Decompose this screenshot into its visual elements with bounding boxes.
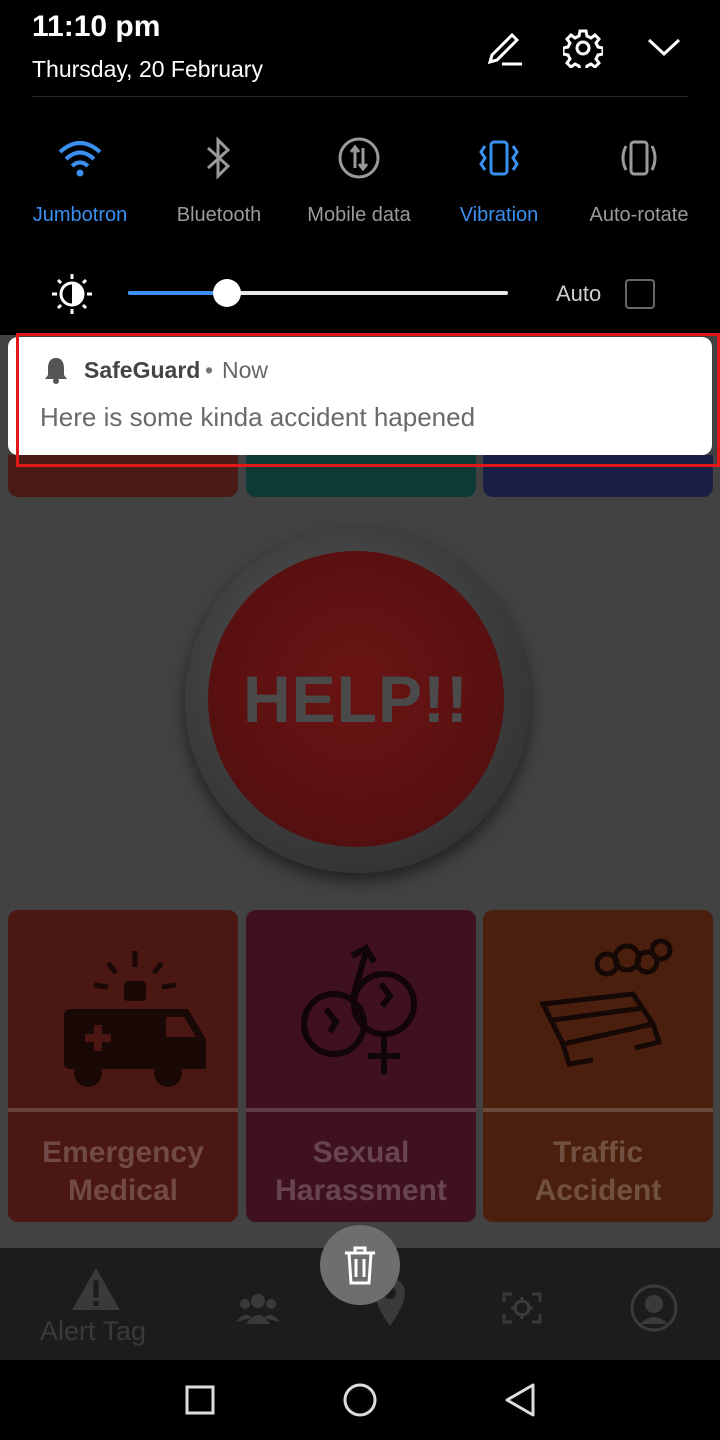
tile-auto-rotate[interactable]: Auto-rotate [569,134,709,227]
home-button[interactable] [338,1378,382,1422]
scan-target-icon[interactable] [492,1278,552,1338]
settings-icon[interactable] [563,28,603,68]
profile-avatar-icon[interactable] [624,1278,684,1338]
ambulance-icon [8,910,238,1108]
tile-label: Jumbotron [32,204,128,226]
mobile-data-icon [335,134,383,182]
help-button[interactable]: HELP!! [208,551,504,847]
collapse-chevron-icon[interactable] [644,28,684,68]
clock-time: 11:10 pm [32,10,161,43]
alert-tag-icon[interactable] [70,1266,122,1312]
gender-icon [246,910,476,1108]
category-sexual-harassment[interactable]: Sexual Harassment [246,910,476,1222]
category-line-1: Sexual [312,1136,410,1169]
help-label: HELP!! [243,662,469,736]
auto-brightness-checkbox[interactable] [625,279,655,309]
wifi-icon [56,134,104,182]
tile-vibration[interactable]: Vibration [429,134,569,227]
tile-wifi[interactable]: Jumbotron [10,134,150,227]
auto-rotate-icon [615,134,663,182]
alert-tag-label[interactable]: Alert Tag [40,1316,146,1347]
bluetooth-icon [195,134,243,182]
edit-icon[interactable] [484,28,524,68]
tile-bluetooth[interactable]: Bluetooth [149,134,289,227]
tile-label: Vibration [459,204,539,226]
group-icon[interactable] [228,1278,288,1338]
highlight-box [16,333,720,467]
tile-label: Auto-rotate [589,204,689,226]
category-traffic-accident[interactable]: Traffic Accident [483,910,713,1222]
brightness-slider-thumb[interactable] [212,279,241,307]
category-line-2: Harassment [275,1174,447,1207]
category-emergency-medical[interactable]: Emergency Medical [8,910,238,1222]
trash-icon[interactable] [320,1225,400,1305]
recents-button[interactable] [178,1378,222,1422]
auto-brightness-label: Auto [556,281,602,306]
vibration-icon [475,134,523,182]
category-line-1: Emergency [42,1136,204,1169]
clock-date: Thursday, 20 February [32,56,263,82]
tile-label: Bluetooth [176,204,262,226]
back-button[interactable] [498,1378,542,1422]
tile-label: Mobile data [307,204,411,226]
category-line-1: Traffic [552,1136,644,1169]
car-crash-icon [483,910,713,1108]
category-line-2: Medical [67,1174,179,1207]
brightness-icon [50,272,94,316]
brightness-slider-fill [128,291,227,295]
shade-divider [32,96,688,97]
category-line-2: Accident [534,1174,662,1207]
tile-mobile-data[interactable]: Mobile data [289,134,429,227]
